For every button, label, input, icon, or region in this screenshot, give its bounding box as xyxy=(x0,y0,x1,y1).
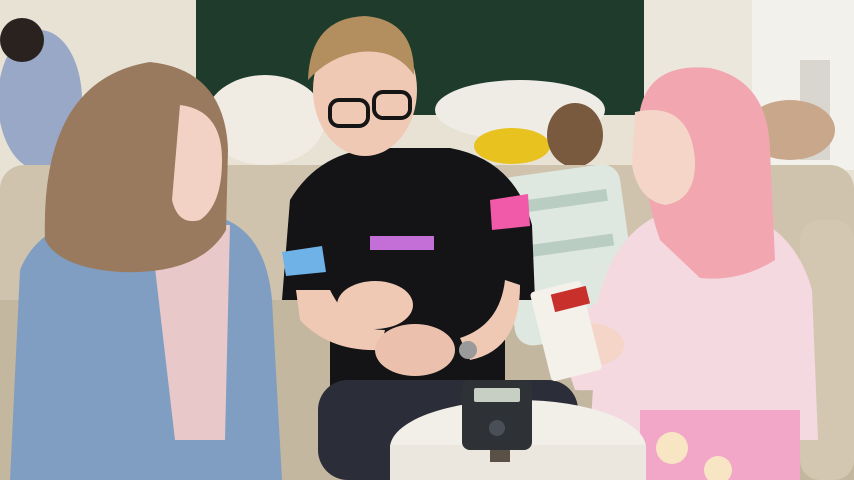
recorder-mount xyxy=(490,450,510,462)
pants-pattern-dot xyxy=(656,432,688,464)
wristwatch xyxy=(459,341,477,359)
scene-illustration xyxy=(0,0,854,480)
table-body xyxy=(390,445,646,480)
center-person-hand-lower xyxy=(375,324,455,376)
recorder-button xyxy=(489,420,505,436)
photo-scene xyxy=(0,0,854,480)
background-person-center xyxy=(547,103,603,167)
shirt-print-pink xyxy=(490,194,530,230)
shirt-print-center xyxy=(370,236,434,250)
center-person-hand-raised xyxy=(337,281,413,329)
recorder-screen xyxy=(474,388,520,402)
background-person-left-head xyxy=(0,18,44,62)
yellow-bag xyxy=(474,128,550,164)
